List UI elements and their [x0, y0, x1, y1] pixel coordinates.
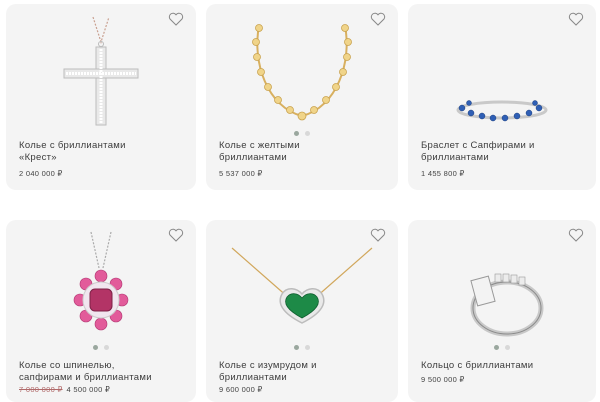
product-price: 5 537 000 ₽: [219, 169, 263, 178]
product-price: 2 040 000 ₽: [19, 169, 63, 178]
product-price: 7 000 000 ₽4 500 000 ₽: [19, 385, 110, 394]
product-image[interactable]: [6, 228, 196, 346]
product-name[interactable]: Браслет с Сапфирами и бриллиантами: [421, 140, 588, 163]
product-price: 9 500 000 ₽: [421, 375, 465, 384]
product-card[interactable]: Колье с желтыми бриллиантами 5 537 000 ₽: [206, 4, 398, 190]
product-image[interactable]: [408, 12, 596, 130]
product-image[interactable]: [206, 12, 398, 130]
product-name[interactable]: Колье со шпинелью, сапфирами и бриллиант…: [19, 360, 188, 383]
product-image[interactable]: [206, 228, 398, 346]
product-price: 1 455 800 ₽: [421, 169, 465, 178]
carousel-dot[interactable]: [294, 345, 299, 350]
carousel-dot[interactable]: [305, 131, 310, 136]
product-name[interactable]: Кольцо с бриллиантами: [421, 360, 588, 372]
product-grid: Колье с бриллиантами «Крест» 2 040 000 ₽: [0, 0, 600, 402]
image-carousel-dots: [206, 131, 398, 136]
product-image[interactable]: [6, 12, 196, 130]
carousel-dot[interactable]: [93, 345, 98, 350]
product-name[interactable]: Колье с желтыми бриллиантами: [219, 140, 390, 163]
product-card[interactable]: Колье со шпинелью, сапфирами и бриллиант…: [6, 220, 196, 402]
product-card[interactable]: Колье с изумрудом и бриллиантами 9 600 0…: [206, 220, 398, 402]
product-card[interactable]: Браслет с Сапфирами и бриллиантами 1 455…: [408, 4, 596, 190]
product-name[interactable]: Колье с изумрудом и бриллиантами: [219, 360, 390, 383]
old-price: 7 000 000 ₽: [19, 385, 63, 394]
image-carousel-dots: [206, 345, 398, 350]
carousel-dot[interactable]: [305, 345, 310, 350]
product-price: 9 600 000 ₽: [219, 385, 263, 394]
product-name[interactable]: Колье с бриллиантами «Крест»: [19, 140, 188, 163]
image-carousel-dots: [6, 345, 196, 350]
product-card[interactable]: Колье с бриллиантами «Крест» 2 040 000 ₽: [6, 4, 196, 190]
carousel-dot[interactable]: [494, 345, 499, 350]
carousel-dot[interactable]: [104, 345, 109, 350]
product-image[interactable]: [408, 228, 596, 346]
product-card[interactable]: Кольцо с бриллиантами 9 500 000 ₽: [408, 220, 596, 402]
sale-price: 4 500 000 ₽: [66, 385, 111, 394]
carousel-dot[interactable]: [294, 131, 299, 136]
carousel-dot[interactable]: [505, 345, 510, 350]
image-carousel-dots: [408, 345, 596, 350]
